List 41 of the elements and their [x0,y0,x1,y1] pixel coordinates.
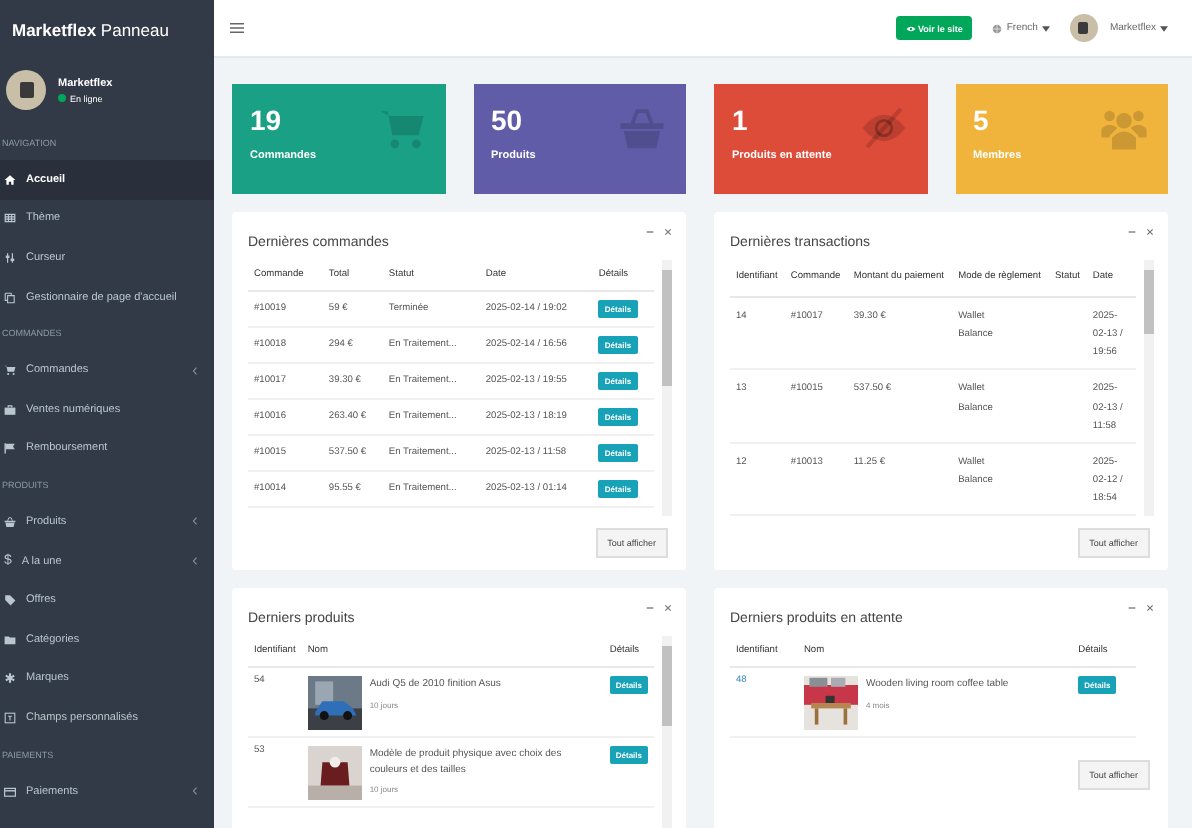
eye-slash-icon [859,104,907,152]
basket-icon [4,515,16,528]
chevron-icon [192,786,198,797]
caret-icon [1160,25,1168,31]
sliders-icon [4,251,16,264]
brand-title: Marketflex Panneau [12,20,169,40]
tag-icon [4,594,16,607]
stat-value: 5 [973,104,991,136]
folder-icon [4,633,16,646]
credit-card-icon [4,785,16,798]
close-icon[interactable] [1146,604,1154,612]
cart-icon [4,364,16,377]
avatar [6,70,46,110]
minimize-icon[interactable] [1128,604,1136,612]
globe-icon [992,23,1003,33]
flag-icon [4,442,16,455]
close-icon[interactable] [1146,228,1154,236]
grid-icon [4,212,16,225]
eye-icon [905,25,916,31]
minimize-icon[interactable] [1128,228,1136,236]
home-icon [4,173,16,186]
briefcase-icon [4,403,16,416]
basket-icon [618,104,666,152]
form-icon [4,711,16,724]
stat-value: 1 [732,104,750,136]
copy-icon [4,291,16,304]
stat-value: 50 [491,104,525,136]
minimize-icon[interactable] [646,604,654,612]
scrollbar[interactable] [662,636,672,828]
asterisk-icon [4,672,16,685]
menu-icon[interactable] [230,22,244,34]
stat-value: 19 [250,104,284,136]
chevron-icon [192,556,198,567]
minimize-icon[interactable] [646,228,654,236]
chevron-icon [192,516,198,527]
chevron-icon [192,365,198,376]
close-icon[interactable] [664,228,672,236]
close-icon[interactable] [664,604,672,612]
caret-icon [1041,25,1050,31]
scrollbar[interactable] [1144,260,1154,516]
scrollbar[interactable] [662,260,672,516]
